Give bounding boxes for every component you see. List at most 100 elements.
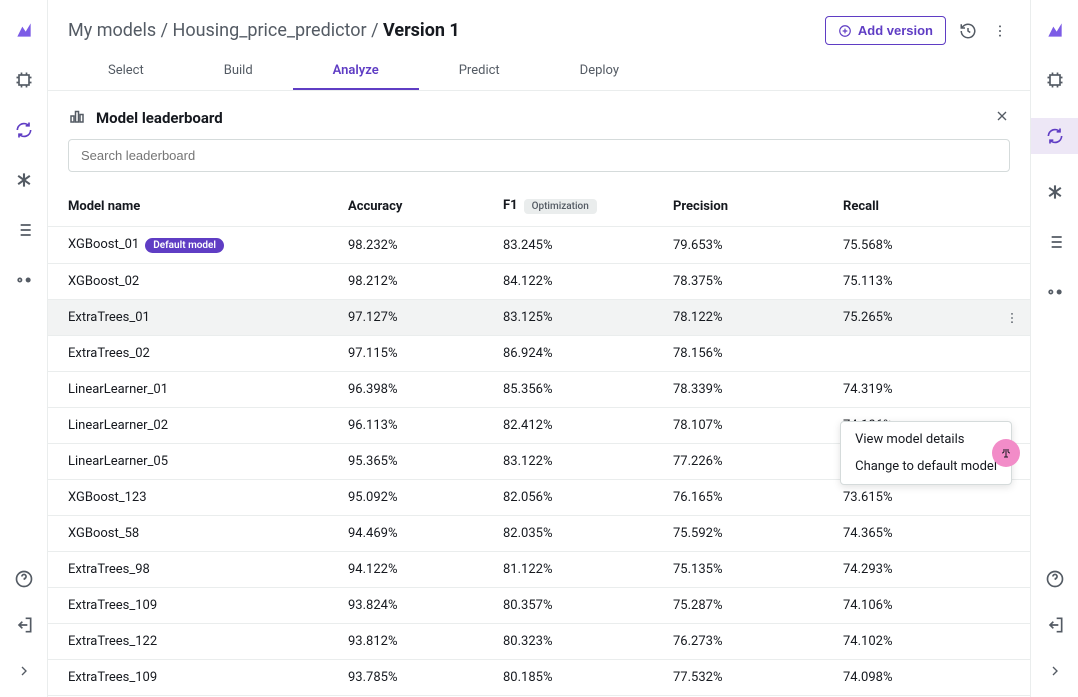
cell-recall: 75.265% (823, 300, 1030, 336)
cell-precision: 79.653% (653, 227, 823, 264)
table-row[interactable]: ExtraTrees_10993.824%80.357%75.287%74.10… (48, 588, 1030, 624)
cell-precision: 76.273% (653, 624, 823, 660)
cell-f1: 83.122% (483, 444, 653, 480)
exit-icon[interactable] (1043, 613, 1067, 637)
cell-accuracy: 93.785% (328, 660, 483, 696)
menu-view-details[interactable]: View model details (841, 426, 1011, 453)
panel-title: Model leaderboard (96, 109, 223, 127)
tab-build[interactable]: Build (184, 53, 293, 90)
cell-f1: 86.924% (483, 336, 653, 372)
right-sidebar (1030, 0, 1078, 697)
chip-icon[interactable] (1043, 68, 1067, 92)
help-icon[interactable] (1043, 567, 1067, 591)
asterisk-icon[interactable] (1043, 180, 1067, 204)
model-name: ExtraTrees_02 (68, 346, 150, 361)
cell-recall: 74.293% (823, 552, 1030, 588)
tab-analyze[interactable]: Analyze (293, 53, 419, 90)
col-recall[interactable]: Recall (823, 186, 1030, 227)
chevron-right-icon[interactable] (1043, 659, 1067, 683)
more-icon[interactable] (990, 21, 1010, 41)
cell-f1: 82.412% (483, 408, 653, 444)
table-row[interactable]: XGBoost_0298.212%84.122%78.375%75.113% (48, 264, 1030, 300)
cell-f1: 80.357% (483, 588, 653, 624)
refresh-icon[interactable] (1031, 118, 1078, 154)
cell-recall: 74.106% (823, 588, 1030, 624)
dots-icon[interactable] (12, 268, 36, 292)
table-row[interactable]: XGBoost_5894.469%82.035%75.592%74.365% (48, 516, 1030, 552)
cell-f1: 83.125% (483, 300, 653, 336)
model-name: XGBoost_123 (68, 490, 147, 505)
refresh-icon[interactable] (12, 118, 36, 142)
breadcrumb-part-3[interactable]: Version 1 (383, 20, 460, 41)
row-more-icon[interactable] (1002, 308, 1022, 328)
cell-accuracy: 95.092% (328, 480, 483, 516)
cell-accuracy: 95.365% (328, 444, 483, 480)
cell-precision: 75.287% (653, 588, 823, 624)
cell-precision: 76.165% (653, 480, 823, 516)
search-input[interactable] (68, 139, 1010, 172)
cell-precision: 78.107% (653, 408, 823, 444)
model-name: LinearLearner_05 (68, 454, 168, 469)
cell-recall: 74.098% (823, 660, 1030, 696)
col-f1[interactable]: F1Optimization (483, 186, 653, 227)
model-name: ExtraTrees_98 (68, 562, 150, 577)
panel-header: Model leaderboard (48, 91, 1030, 139)
history-icon[interactable] (958, 21, 978, 41)
cell-precision: 78.375% (653, 264, 823, 300)
tab-predict[interactable]: Predict (419, 53, 540, 90)
cell-recall: 74.102% (823, 624, 1030, 660)
col-precision[interactable]: Precision (653, 186, 823, 227)
cell-precision: 77.532% (653, 660, 823, 696)
cell-recall: 75.568% (823, 227, 1030, 264)
cell-f1: 82.035% (483, 516, 653, 552)
table-row[interactable]: LinearLearner_0196.398%85.356%78.339%74.… (48, 372, 1030, 408)
model-name: ExtraTrees_122 (68, 634, 157, 649)
close-icon[interactable] (994, 108, 1010, 128)
add-version-button[interactable]: Add version (825, 16, 946, 45)
table-row[interactable]: ExtraTrees_0297.115%86.924%78.156% (48, 336, 1030, 372)
model-name: ExtraTrees_01 (68, 310, 150, 325)
model-name: ExtraTrees_109 (68, 598, 157, 613)
logo-icon[interactable] (1043, 18, 1067, 42)
model-name: ExtraTrees_109 (68, 670, 157, 685)
logo-icon[interactable] (12, 18, 36, 42)
cell-f1: 81.122% (483, 552, 653, 588)
asterisk-icon[interactable] (12, 168, 36, 192)
table-row[interactable]: ExtraTrees_0197.127%83.125%78.122%75.265… (48, 300, 1030, 336)
breadcrumb: My models / Housing_price_predictor / Ve… (68, 20, 813, 41)
cell-accuracy: 96.113% (328, 408, 483, 444)
menu-change-default[interactable]: Change to default model (841, 453, 1011, 480)
list-icon[interactable] (1043, 230, 1067, 254)
col-accuracy[interactable]: Accuracy (328, 186, 483, 227)
list-icon[interactable] (12, 218, 36, 242)
model-name: XGBoost_01 (68, 237, 139, 252)
breadcrumb-part-1[interactable]: My models (68, 20, 156, 41)
cell-f1: 85.356% (483, 372, 653, 408)
col-name[interactable]: Model name (48, 186, 328, 227)
cell-recall: 74.319% (823, 372, 1030, 408)
model-name: LinearLearner_02 (68, 418, 168, 433)
cell-precision: 75.135% (653, 552, 823, 588)
table-row[interactable]: ExtraTrees_9894.122%81.122%75.135%74.293… (48, 552, 1030, 588)
cell-accuracy: 97.127% (328, 300, 483, 336)
help-icon[interactable] (12, 567, 36, 591)
left-sidebar (0, 0, 48, 697)
cell-f1: 82.056% (483, 480, 653, 516)
leaderboard-icon (68, 107, 86, 129)
tab-select[interactable]: Select (68, 53, 184, 90)
table-row[interactable]: ExtraTrees_10993.785%80.185%77.532%74.09… (48, 660, 1030, 696)
table-row[interactable]: XGBoost_01Default model98.232%83.245%79.… (48, 227, 1030, 264)
chip-icon[interactable] (12, 68, 36, 92)
cursor-indicator-icon (992, 439, 1020, 467)
cell-f1: 83.245% (483, 227, 653, 264)
cell-accuracy: 97.115% (328, 336, 483, 372)
chevron-right-icon[interactable] (12, 659, 36, 683)
table-row[interactable]: ExtraTrees_12293.812%80.323%76.273%74.10… (48, 624, 1030, 660)
breadcrumb-part-2[interactable]: Housing_price_predictor (172, 20, 366, 41)
cell-f1: 80.323% (483, 624, 653, 660)
exit-icon[interactable] (12, 613, 36, 637)
cell-precision: 77.226% (653, 444, 823, 480)
cell-recall: 74.365% (823, 516, 1030, 552)
tab-deploy[interactable]: Deploy (540, 53, 659, 90)
dots-icon[interactable] (1043, 280, 1067, 304)
